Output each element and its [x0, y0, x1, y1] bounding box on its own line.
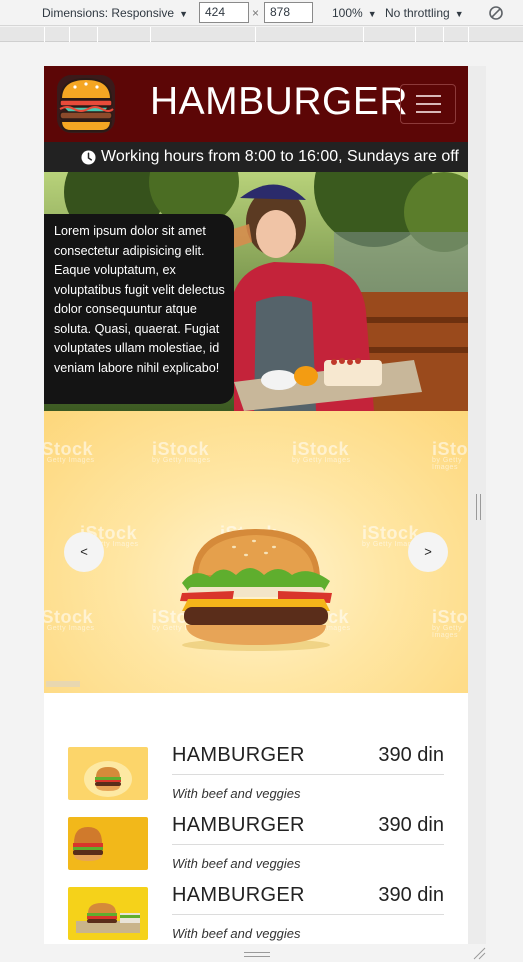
hamburger-menu-icon	[416, 95, 441, 97]
page-viewport: HAMBURGER Working hours from 8:00 to 16:…	[44, 66, 468, 944]
menu-item-description: With beef and veggies	[172, 926, 301, 941]
site-header: HAMBURGER	[44, 66, 468, 142]
working-hours-bar: Working hours from 8:00 to 16:00, Sunday…	[44, 142, 468, 172]
burger-carousel: iStockby Getty Images iStockby Getty Ima…	[44, 411, 468, 693]
throttle-dropdown[interactable]: No throttling ▼	[385, 0, 464, 26]
devtools-toolbar: Dimensions: Responsive ▼ 424 × 878 100% ▼ …	[0, 0, 523, 26]
menu-item[interactable]: HAMBURGER 390 din With beef and veggies	[68, 879, 444, 944]
carousel-prev-button[interactable]: <	[64, 532, 104, 572]
menu-item[interactable]: HAMBURGER 390 din With beef and veggies	[68, 739, 444, 809]
dropdown-caret-icon: ▼	[367, 9, 377, 19]
watermark: iStockby Getty Images	[44, 439, 95, 464]
divider	[172, 774, 444, 775]
menu-item-name: HAMBURGER	[172, 884, 305, 906]
watermark: iStockby Getty Images	[44, 607, 95, 632]
media-query-ruler[interactable]	[0, 27, 523, 42]
divider	[172, 914, 444, 915]
hero-banner: Lorem ipsum dolor sit amet consectetur a…	[44, 172, 468, 411]
zoom-label: 100%	[332, 6, 363, 20]
menu-item-thumbnail	[68, 887, 148, 940]
dimension-separator: ×	[252, 6, 260, 20]
divider	[172, 844, 444, 845]
carousel-next-button[interactable]: >	[408, 532, 448, 572]
menu-list: HAMBURGER 390 din With beef and veggies …	[44, 693, 468, 944]
menu-item-name: HAMBURGER	[172, 744, 305, 766]
hero-text-card: Lorem ipsum dolor sit amet consectetur a…	[44, 214, 234, 404]
resize-grip-icon[interactable]	[472, 946, 486, 960]
device-label: Dimensions: Responsive	[42, 6, 175, 20]
watermark: iStockby Getty Images	[432, 439, 468, 471]
working-hours-text: Working hours from 8:00 to 16:00, Sunday…	[101, 148, 459, 165]
burger-logo-icon[interactable]	[55, 73, 117, 135]
width-input[interactable]: 424	[199, 2, 249, 23]
resize-grip-icon[interactable]	[244, 952, 270, 957]
clock-icon	[81, 150, 96, 165]
rotate-icon[interactable]	[488, 4, 504, 22]
menu-item-thumbnail	[68, 747, 148, 800]
watermark: iStockby Getty Images	[292, 439, 351, 464]
menu-item[interactable]: HAMBURGER 390 din With beef and veggies	[68, 809, 444, 879]
watermark: iStockby Getty Images	[152, 439, 211, 464]
menu-item-description: With beef and veggies	[172, 786, 301, 801]
device-dropdown[interactable]: Dimensions: Responsive ▼	[42, 0, 188, 26]
menu-item-description: With beef and veggies	[172, 856, 301, 871]
dropdown-caret-icon: ▼	[454, 9, 464, 19]
brand-title[interactable]: HAMBURGER	[150, 80, 408, 124]
hero-text: Lorem ipsum dolor sit amet consectetur a…	[54, 224, 225, 375]
menu-item-name: HAMBURGER	[172, 814, 305, 836]
menu-item-thumbnail	[68, 817, 148, 870]
zoom-dropdown[interactable]: 100% ▼	[332, 0, 377, 26]
watermark: iStockby Getty Images	[432, 607, 468, 639]
resize-grip-icon[interactable]	[476, 494, 481, 520]
image-id-tag	[46, 681, 80, 687]
menu-item-price: 390 din	[378, 814, 444, 836]
burger-image	[180, 529, 332, 651]
dropdown-caret-icon: ▼	[179, 9, 188, 19]
height-input[interactable]: 878	[264, 2, 313, 23]
menu-item-price: 390 din	[378, 884, 444, 906]
menu-toggle-button[interactable]	[400, 84, 456, 124]
menu-item-price: 390 din	[378, 744, 444, 766]
throttle-label: No throttling	[385, 6, 450, 20]
